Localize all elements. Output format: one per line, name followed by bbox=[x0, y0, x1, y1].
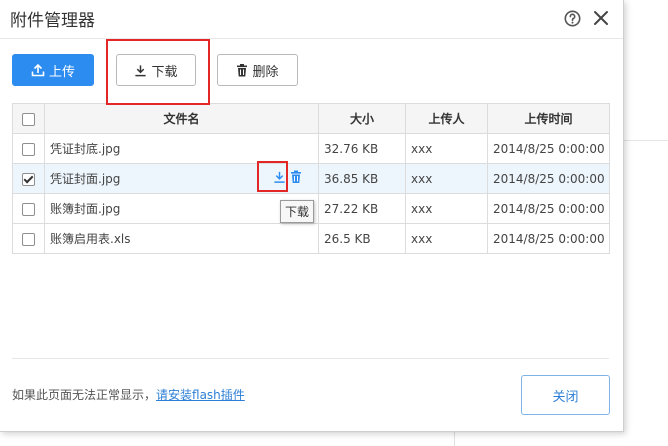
help-icon[interactable] bbox=[564, 10, 581, 27]
delete-button[interactable]: 删除 bbox=[217, 54, 298, 86]
dialog-title: 附件管理器 bbox=[10, 11, 95, 31]
file-time-cell: 2014/8/25 0:00:00 bbox=[487, 163, 610, 194]
row-checkbox[interactable] bbox=[22, 232, 35, 246]
column-header-size[interactable]: 大小 bbox=[318, 103, 406, 134]
row-checkbox[interactable] bbox=[22, 202, 35, 216]
file-name-cell: 凭证封面.jpg bbox=[44, 163, 319, 194]
download-button[interactable]: 下载 bbox=[116, 54, 196, 86]
file-uploader-cell: xxx bbox=[405, 223, 488, 254]
trash-icon[interactable] bbox=[290, 170, 302, 184]
table-row[interactable]: 凭证封面.jpg 36.85 KB xxx 2014/8/25 0:00:00 bbox=[12, 163, 610, 194]
close-icon[interactable] bbox=[592, 9, 610, 27]
row-actions bbox=[273, 170, 302, 184]
download-icon bbox=[135, 64, 147, 76]
file-uploader-cell: xxx bbox=[405, 133, 488, 164]
attachment-manager-dialog: 附件管理器 上传 下载 删除 文件名 大小 上传人 上传时间 凭证封底.jpg … bbox=[0, 0, 624, 432]
file-name-cell: 账簿封面.jpg bbox=[44, 193, 319, 224]
table-row[interactable]: 凭证封底.jpg 32.76 KB xxx 2014/8/25 0:00:00 bbox=[12, 133, 610, 164]
select-all-checkbox[interactable] bbox=[22, 112, 35, 126]
column-header-uploader[interactable]: 上传人 bbox=[405, 103, 488, 134]
upload-icon bbox=[31, 63, 45, 77]
file-size-cell: 27.22 KB bbox=[318, 193, 406, 224]
row-checkbox-cell bbox=[12, 133, 45, 164]
file-time-cell: 2014/8/25 0:00:00 bbox=[487, 193, 610, 224]
download-icon[interactable] bbox=[273, 170, 286, 184]
file-size-cell: 36.85 KB bbox=[318, 163, 406, 194]
upload-button-label: 上传 bbox=[48, 64, 75, 80]
row-checkbox-cell bbox=[12, 193, 45, 224]
delete-button-label: 删除 bbox=[252, 64, 279, 80]
file-name-cell: 凭证封底.jpg bbox=[44, 133, 319, 164]
file-name-text: 凭证封面.jpg bbox=[50, 172, 121, 186]
file-size-cell: 32.76 KB bbox=[318, 133, 406, 164]
file-table: 文件名 大小 上传人 上传时间 凭证封底.jpg 32.76 KB xxx 20… bbox=[12, 103, 610, 254]
file-uploader-cell: xxx bbox=[405, 193, 488, 224]
row-checkbox[interactable] bbox=[22, 142, 35, 156]
dialog-titlebar: 附件管理器 bbox=[0, 0, 623, 39]
select-all-cell bbox=[12, 103, 45, 134]
column-header-name[interactable]: 文件名 bbox=[44, 103, 319, 134]
upload-button[interactable]: 上传 bbox=[12, 54, 94, 86]
file-name-cell: 账簿启用表.xls bbox=[44, 223, 319, 254]
table-header-row: 文件名 大小 上传人 上传时间 bbox=[12, 103, 610, 134]
trash-icon bbox=[237, 63, 248, 76]
footer-notice: 如果此页面无法正常显示，请安装flash插件 bbox=[12, 386, 245, 403]
download-button-label: 下载 bbox=[151, 64, 178, 80]
close-button[interactable]: 关闭 bbox=[521, 375, 610, 415]
table-row[interactable]: 账簿启用表.xls 26.5 KB xxx 2014/8/25 0:00:00 bbox=[12, 223, 610, 254]
footer-divider bbox=[12, 358, 609, 359]
file-time-cell: 2014/8/25 0:00:00 bbox=[487, 223, 610, 254]
footer-notice-text: 如果此页面无法正常显示， bbox=[12, 388, 157, 402]
column-header-time[interactable]: 上传时间 bbox=[487, 103, 610, 134]
row-checkbox-cell bbox=[12, 223, 45, 254]
install-flash-link[interactable]: 请安装flash插件 bbox=[156, 388, 245, 402]
file-time-cell: 2014/8/25 0:00:00 bbox=[487, 133, 610, 164]
row-checkbox-cell bbox=[12, 163, 45, 194]
file-size-cell: 26.5 KB bbox=[318, 223, 406, 254]
download-tooltip: 下载 bbox=[280, 200, 315, 223]
row-checkbox[interactable] bbox=[22, 172, 35, 186]
file-uploader-cell: xxx bbox=[405, 163, 488, 194]
